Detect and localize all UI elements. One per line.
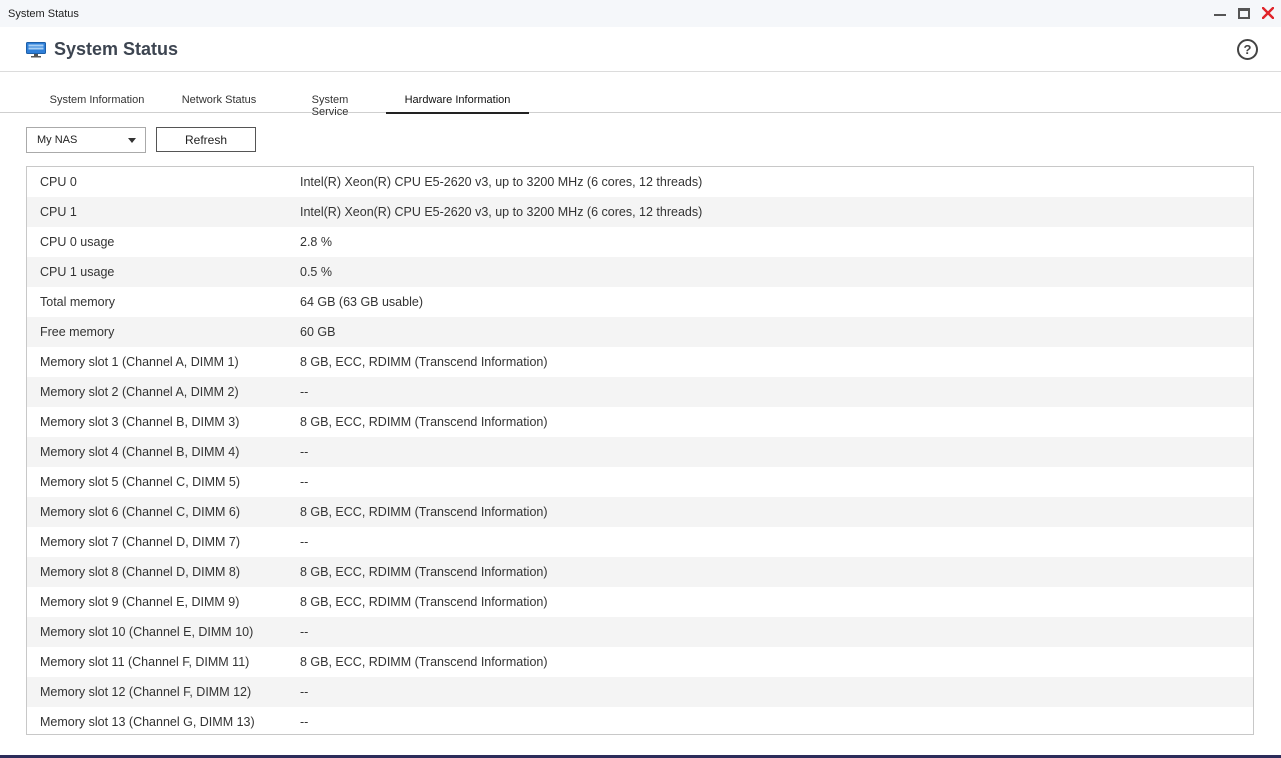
tab-bar: System Information Network Status System… — [0, 90, 1281, 118]
row-label: Memory slot 6 (Channel C, DIMM 6) — [40, 505, 241, 519]
row-label: CPU 0 usage — [40, 235, 115, 249]
close-icon — [1262, 7, 1274, 19]
window-title: System Status — [8, 7, 79, 20]
row-value: 8 GB, ECC, RDIMM (Transcend Information) — [300, 505, 548, 519]
table-row: Memory slot 3 (Channel B, DIMM 3) 8 GB, … — [27, 407, 1253, 437]
table-row: Memory slot 1 (Channel A, DIMM 1) 8 GB, … — [27, 347, 1253, 377]
row-value: 8 GB, ECC, RDIMM (Transcend Information) — [300, 655, 548, 669]
table-row: Memory slot 7 (Channel D, DIMM 7) -- — [27, 527, 1253, 557]
chevron-down-icon — [128, 138, 136, 143]
row-label: Memory slot 11 (Channel F, DIMM 11) — [40, 655, 250, 669]
table-row: Memory slot 10 (Channel E, DIMM 10) -- — [27, 617, 1253, 647]
row-label: Memory slot 13 (Channel G, DIMM 13) — [40, 715, 255, 729]
row-value: -- — [300, 625, 309, 639]
minimize-icon — [1214, 14, 1226, 16]
row-label: Memory slot 8 (Channel D, DIMM 8) — [40, 565, 241, 579]
minimize-button[interactable] — [1213, 6, 1227, 20]
hardware-info-rows: CPU 0 Intel(R) Xeon(R) CPU E5-2620 v3, u… — [27, 167, 1253, 734]
table-row: CPU 0 Intel(R) Xeon(R) CPU E5-2620 v3, u… — [27, 167, 1253, 197]
row-value: -- — [300, 715, 309, 729]
row-label: Memory slot 5 (Channel C, DIMM 5) — [40, 475, 241, 489]
hardware-info-table: CPU 0 Intel(R) Xeon(R) CPU E5-2620 v3, u… — [26, 166, 1254, 735]
row-label: Memory slot 12 (Channel F, DIMM 12) — [40, 685, 252, 699]
row-value: Intel(R) Xeon(R) CPU E5-2620 v3, up to 3… — [300, 205, 703, 219]
refresh-button[interactable]: Refresh — [156, 127, 256, 152]
table-row: Memory slot 8 (Channel D, DIMM 8) 8 GB, … — [27, 557, 1253, 587]
row-label: Memory slot 3 (Channel B, DIMM 3) — [40, 415, 240, 429]
row-label: CPU 0 — [40, 175, 77, 189]
table-row: CPU 0 usage 2.8 % — [27, 227, 1253, 257]
window-controls — [1213, 6, 1275, 20]
row-value: 64 GB (63 GB usable) — [300, 295, 423, 309]
tab-system-information[interactable]: System Information — [49, 94, 145, 113]
tab-hardware-information[interactable]: Hardware Information — [386, 94, 529, 114]
table-row: Free memory 60 GB — [27, 317, 1253, 347]
app-header: System Status ? — [0, 27, 1281, 72]
row-label: Memory slot 10 (Channel E, DIMM 10) — [40, 625, 254, 639]
row-value: -- — [300, 445, 309, 459]
row-label: Memory slot 7 (Channel D, DIMM 7) — [40, 535, 241, 549]
table-row: Memory slot 2 (Channel A, DIMM 2) -- — [27, 377, 1253, 407]
row-label: Memory slot 4 (Channel B, DIMM 4) — [40, 445, 240, 459]
window-titlebar: System Status — [0, 0, 1281, 27]
row-value: 60 GB — [300, 325, 336, 339]
row-value: 8 GB, ECC, RDIMM (Transcend Information) — [300, 415, 548, 429]
row-value: -- — [300, 385, 309, 399]
table-row: Memory slot 5 (Channel C, DIMM 5) -- — [27, 467, 1253, 497]
table-row: Memory slot 9 (Channel E, DIMM 9) 8 GB, … — [27, 587, 1253, 617]
row-value: 8 GB, ECC, RDIMM (Transcend Information) — [300, 595, 548, 609]
table-row: Memory slot 12 (Channel F, DIMM 12) -- — [27, 677, 1253, 707]
table-row: Memory slot 13 (Channel G, DIMM 13) -- — [27, 707, 1253, 734]
table-row: Total memory 64 GB (63 GB usable) — [27, 287, 1253, 317]
table-row: Memory slot 11 (Channel F, DIMM 11) 8 GB… — [27, 647, 1253, 677]
table-row: Memory slot 6 (Channel C, DIMM 6) 8 GB, … — [27, 497, 1253, 527]
monitor-icon — [26, 42, 46, 58]
device-select-value: My NAS — [37, 134, 78, 146]
row-label: Memory slot 1 (Channel A, DIMM 1) — [40, 355, 239, 369]
row-label: Memory slot 2 (Channel A, DIMM 2) — [40, 385, 239, 399]
table-row: CPU 1 Intel(R) Xeon(R) CPU E5-2620 v3, u… — [27, 197, 1253, 227]
table-row: CPU 1 usage 0.5 % — [27, 257, 1253, 287]
row-value: 2.8 % — [300, 235, 332, 249]
row-label: Total memory — [40, 295, 116, 309]
help-icon[interactable]: ? — [1237, 39, 1258, 60]
row-label: CPU 1 — [40, 205, 77, 219]
page-title: System Status — [54, 39, 179, 59]
tab-system-service[interactable]: System Service — [292, 94, 368, 118]
row-value: 8 GB, ECC, RDIMM (Transcend Information) — [300, 355, 548, 369]
row-value: 0.5 % — [300, 265, 332, 279]
device-select[interactable]: My NAS — [26, 127, 146, 153]
row-value: -- — [300, 475, 309, 489]
row-value: -- — [300, 535, 309, 549]
row-value: 8 GB, ECC, RDIMM (Transcend Information) — [300, 565, 548, 579]
maximize-button[interactable] — [1237, 6, 1251, 20]
maximize-icon — [1238, 7, 1250, 19]
tab-network-status[interactable]: Network Status — [181, 94, 257, 113]
row-value: -- — [300, 685, 309, 699]
table-row: Memory slot 4 (Channel B, DIMM 4) -- — [27, 437, 1253, 467]
row-label: Free memory — [40, 325, 115, 339]
row-label: CPU 1 usage — [40, 265, 115, 279]
close-button[interactable] — [1261, 6, 1275, 20]
row-value: Intel(R) Xeon(R) CPU E5-2620 v3, up to 3… — [300, 175, 703, 189]
row-label: Memory slot 9 (Channel E, DIMM 9) — [40, 595, 240, 609]
